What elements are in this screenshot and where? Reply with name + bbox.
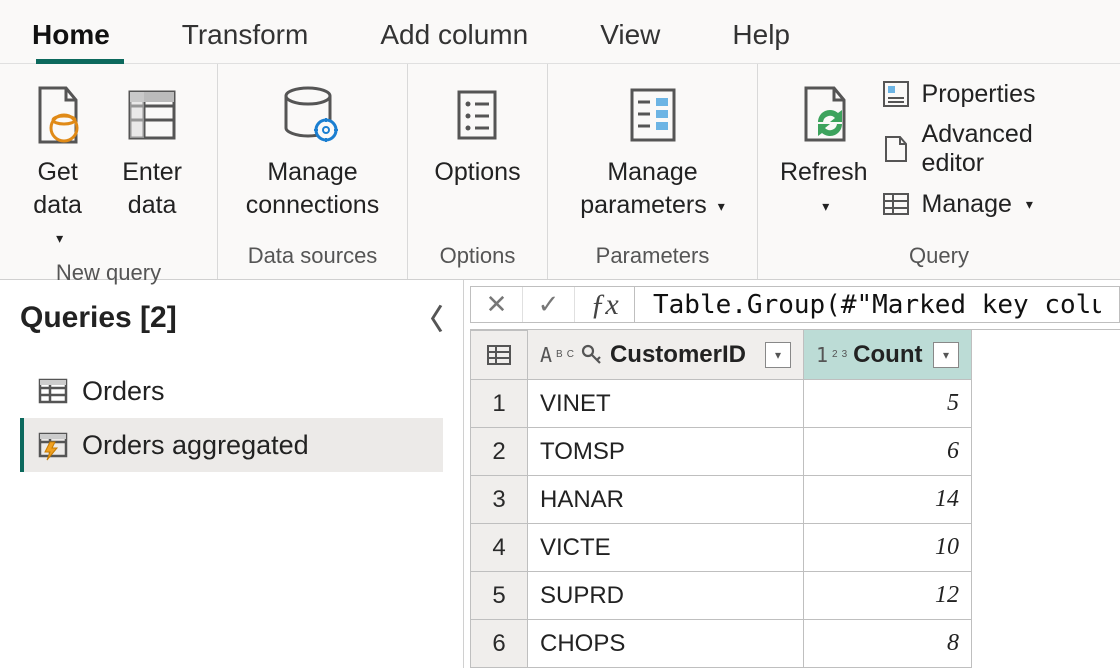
refresh-icon [792,78,856,152]
table-row[interactable]: 6CHOPS8 [470,620,1120,668]
enter-data-icon [124,78,180,152]
refresh-button[interactable]: Refresh▾ [772,72,876,221]
table-row[interactable]: 3HANAR14 [470,476,1120,524]
row-number: 4 [470,524,528,572]
cell-customerid[interactable]: CHOPS [528,620,804,668]
advanced-editor-icon [880,133,912,165]
cell-count[interactable]: 5 [804,380,972,428]
cell-customerid[interactable]: VINET [528,380,804,428]
row-number: 6 [470,620,528,668]
table-lightning-icon [36,428,70,462]
grid-corner-menu[interactable] [470,330,528,380]
group-label-options: Options [408,237,547,279]
formula-input[interactable] [635,287,1119,322]
chevron-down-icon: ▾ [1026,196,1033,213]
collapse-pane-button[interactable]: 〈 [415,298,443,338]
manage-connections-button[interactable]: Manage connections [232,72,393,221]
tab-transform[interactable]: Transform [178,9,313,63]
query-item-orders-aggregated[interactable]: Orders aggregated [20,418,443,472]
cell-count[interactable]: 8 [804,620,972,668]
properties-icon [880,78,912,110]
group-label-parameters: Parameters [548,237,757,279]
table-row[interactable]: 4VICTE10 [470,524,1120,572]
number-type-icon: 123 [816,343,847,367]
enter-data-button[interactable]: Enter data [101,72,203,221]
key-icon [580,343,604,367]
filter-button[interactable]: ▾ [765,342,791,368]
tab-help[interactable]: Help [728,9,794,63]
cell-count[interactable]: 6 [804,428,972,476]
parameters-icon [624,78,682,152]
text-type-icon: ABC [540,343,574,367]
options-button[interactable]: Options [426,72,528,189]
formula-bar: ✕ ✓ ƒx [470,286,1120,323]
cell-count[interactable]: 10 [804,524,972,572]
tab-home[interactable]: Home [28,9,114,63]
database-gear-icon [278,78,348,152]
group-parameters: Manage parameters ▾ Parameters [548,64,758,279]
row-number: 1 [470,380,528,428]
row-number: 3 [470,476,528,524]
get-data-button[interactable]: Get data▾ [14,72,101,254]
cell-customerid[interactable]: VICTE [528,524,804,572]
options-icon [451,78,503,152]
properties-button[interactable]: Properties [880,78,1096,110]
filter-button[interactable]: ▾ [933,342,959,368]
cancel-formula-button[interactable]: ✕ [471,287,523,322]
chevron-down-icon: ▾ [822,198,829,214]
chevron-down-icon: ▾ [56,230,63,246]
advanced-editor-button[interactable]: Advanced editor [880,120,1096,178]
ribbon: Get data▾ Enter data New query Manage co… [0,64,1120,280]
cell-count[interactable]: 12 [804,572,972,620]
group-options: Options Options [408,64,548,279]
query-item-label: Orders [82,376,165,407]
table-row[interactable]: 5SUPRD12 [470,572,1120,620]
chevron-down-icon: ▾ [718,198,725,214]
group-new-query: Get data▾ Enter data New query [0,64,218,279]
tab-view[interactable]: View [596,9,664,63]
grid-area: ✕ ✓ ƒx ABC CustomerID ▾ [464,280,1120,668]
row-number: 5 [470,572,528,620]
ribbon-tabs: Home Transform Add column View Help [0,0,1120,64]
table-icon [880,188,912,220]
group-query: Refresh▾ Properties Advanced editor Mana… [758,64,1120,279]
column-name: CustomerID [610,341,746,369]
cell-customerid[interactable]: TOMSP [528,428,804,476]
group-data-sources: Manage connections Data sources [218,64,408,279]
group-label-query: Query [758,237,1120,279]
row-number: 2 [470,428,528,476]
queries-pane-title: Queries [2] [20,301,177,335]
fx-icon: ƒx [575,287,635,322]
query-item-orders[interactable]: Orders [20,364,443,418]
data-grid: ABC CustomerID ▾ 123 Count ▾ 1VINET52TOM… [470,329,1120,668]
commit-formula-button[interactable]: ✓ [523,287,575,322]
table-row[interactable]: 1VINET5 [470,380,1120,428]
get-data-icon [30,78,86,152]
query-item-label: Orders aggregated [82,430,309,461]
cell-count[interactable]: 14 [804,476,972,524]
queries-pane: Queries [2] 〈 Orders Orders aggregated [0,280,464,668]
column-name: Count [853,341,922,369]
tab-add-column[interactable]: Add column [376,9,532,63]
table-icon [36,374,70,408]
column-header-customerid[interactable]: ABC CustomerID ▾ [528,330,804,380]
cell-customerid[interactable]: HANAR [528,476,804,524]
active-tab-indicator [36,59,124,64]
cell-customerid[interactable]: SUPRD [528,572,804,620]
column-header-count[interactable]: 123 Count ▾ [804,330,972,380]
main-area: Queries [2] 〈 Orders Orders aggregated ✕… [0,280,1120,668]
table-row[interactable]: 2TOMSP6 [470,428,1120,476]
manage-parameters-button[interactable]: Manage parameters ▾ [562,72,743,221]
group-label-data-sources: Data sources [218,237,407,279]
manage-query-button[interactable]: Manage ▾ [880,188,1096,220]
